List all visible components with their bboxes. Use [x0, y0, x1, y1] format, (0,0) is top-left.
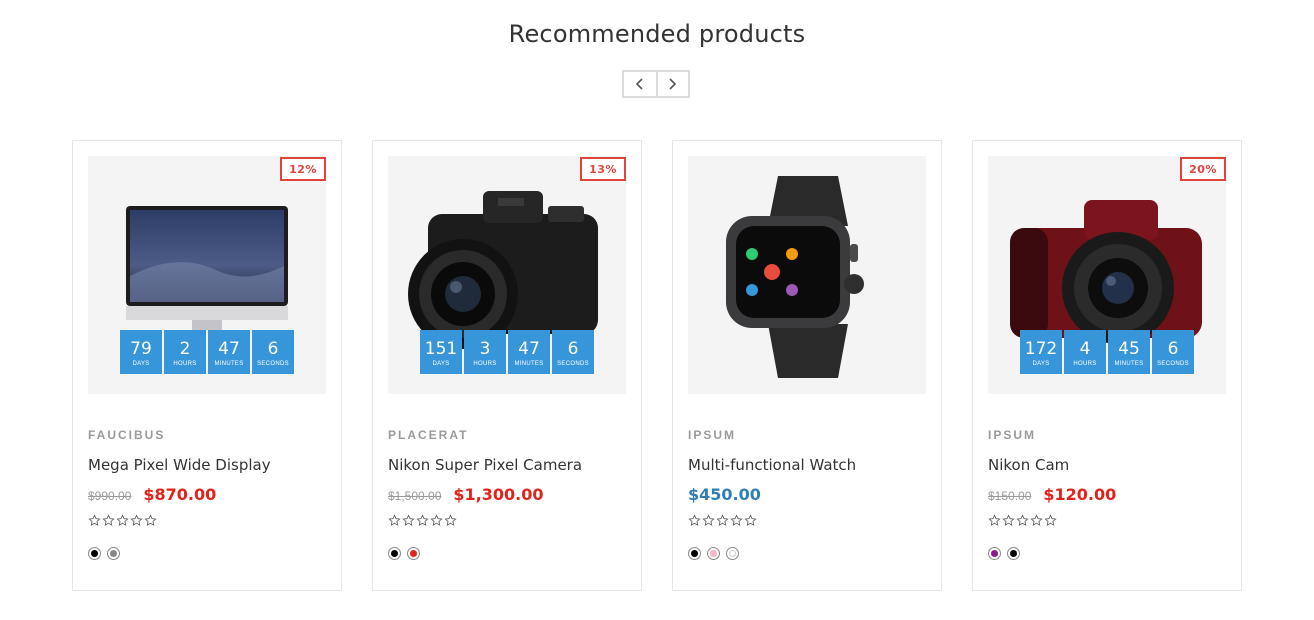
sale-price: $120.00	[1043, 485, 1117, 504]
color-swatch[interactable]	[726, 547, 739, 560]
star-icon	[88, 514, 101, 526]
product-brand[interactable]: IPSUM	[988, 428, 1036, 442]
product-name[interactable]: Nikon Cam	[988, 456, 1069, 474]
countdown-hours: 2 HOURS	[164, 330, 206, 374]
color-swatch[interactable]	[107, 547, 120, 560]
sale-price: $1,300.00	[453, 485, 544, 504]
rating-stars	[388, 514, 457, 527]
countdown-minutes: 45 MINUTES	[1108, 330, 1150, 374]
star-icon	[416, 514, 429, 526]
star-icon	[1016, 514, 1029, 526]
chevron-left-icon	[636, 78, 644, 90]
product-image[interactable]: 13% 151 DAYS 3 HOURS 47 MINUTES 6 SECONDS	[388, 156, 626, 394]
star-icon	[388, 514, 401, 526]
rating-stars	[988, 514, 1057, 527]
product-image[interactable]: 12% 79 DAYS 2 HOURS 47 MINUTES 6 SECONDS	[88, 156, 326, 394]
product-card[interactable]: 12% 79 DAYS 2 HOURS 47 MINUTES 6 SECONDS FAU…	[72, 140, 342, 591]
star-icon	[744, 514, 757, 526]
star-icon	[444, 514, 457, 526]
discount-badge: 12%	[280, 157, 326, 181]
color-swatch[interactable]	[707, 547, 720, 560]
countdown-timer: 172 DAYS 4 HOURS 45 MINUTES 6 SECONDS	[1020, 330, 1194, 374]
star-icon	[1030, 514, 1043, 526]
product-name[interactable]: Nikon Super Pixel Camera	[388, 456, 582, 474]
star-icon	[130, 514, 143, 526]
star-icon	[402, 514, 415, 526]
countdown-timer: 151 DAYS 3 HOURS 47 MINUTES 6 SECONDS	[420, 330, 594, 374]
product-brand[interactable]: PLACERAT	[388, 428, 468, 442]
star-icon	[1002, 514, 1015, 526]
color-swatch[interactable]	[388, 547, 401, 560]
discount-badge: 13%	[580, 157, 626, 181]
color-swatch[interactable]	[1007, 547, 1020, 560]
star-icon	[102, 514, 115, 526]
countdown-days: 79 DAYS	[120, 330, 162, 374]
price-row: $450.00	[688, 485, 761, 504]
color-swatch[interactable]	[88, 547, 101, 560]
product-brand[interactable]: IPSUM	[688, 428, 736, 442]
countdown-days: 151 DAYS	[420, 330, 462, 374]
carousel-prev-button[interactable]	[624, 72, 656, 96]
smartwatch-image	[726, 176, 864, 378]
old-price: $150.00	[988, 489, 1032, 503]
product-card[interactable]: 20% 172 DAYS 4 HOURS 45 MINUTES 6 SECONDS IP…	[972, 140, 1242, 591]
star-icon	[116, 514, 129, 526]
countdown-seconds: 6 SECONDS	[252, 330, 294, 374]
rating-stars	[688, 514, 757, 527]
section-title: Recommended products	[508, 20, 806, 48]
star-icon	[430, 514, 443, 526]
old-price: $990.00	[88, 489, 132, 503]
product-image[interactable]: 20% 172 DAYS 4 HOURS 45 MINUTES 6 SECONDS	[988, 156, 1226, 394]
star-icon	[716, 514, 729, 526]
product-card[interactable]: IPSUM Multi-functional Watch $450.00	[672, 140, 942, 591]
discount-badge: 20%	[1180, 157, 1226, 181]
color-swatch[interactable]	[407, 547, 420, 560]
countdown-timer: 79 DAYS 2 HOURS 47 MINUTES 6 SECONDS	[120, 330, 294, 374]
star-icon	[730, 514, 743, 526]
color-swatch[interactable]	[988, 547, 1001, 560]
product-card[interactable]: 13% 151 DAYS 3 HOURS 47 MINUTES 6 SECONDS PL…	[372, 140, 642, 591]
product-brand[interactable]: FAUCIBUS	[88, 428, 165, 442]
countdown-hours: 3 HOURS	[464, 330, 506, 374]
product-name[interactable]: Mega Pixel Wide Display	[88, 456, 271, 474]
countdown-minutes: 47 MINUTES	[208, 330, 250, 374]
color-swatches	[988, 547, 1020, 560]
chevron-right-icon	[669, 78, 677, 90]
star-icon	[144, 514, 157, 526]
countdown-seconds: 6 SECONDS	[1152, 330, 1194, 374]
product-name[interactable]: Multi-functional Watch	[688, 456, 856, 474]
old-price: $1,500.00	[388, 489, 442, 503]
color-swatch[interactable]	[688, 547, 701, 560]
carousel-next-button[interactable]	[655, 72, 688, 96]
star-icon	[702, 514, 715, 526]
star-icon	[688, 514, 701, 526]
rating-stars	[88, 514, 157, 527]
countdown-days: 172 DAYS	[1020, 330, 1062, 374]
countdown-minutes: 47 MINUTES	[508, 330, 550, 374]
countdown-seconds: 6 SECONDS	[552, 330, 594, 374]
star-icon	[988, 514, 1001, 526]
carousel-nav	[622, 70, 690, 98]
countdown-hours: 4 HOURS	[1064, 330, 1106, 374]
color-swatches	[688, 547, 739, 560]
price-row: $1,500.00 $1,300.00	[388, 485, 543, 504]
color-swatches	[88, 547, 120, 560]
product-grid: 12% 79 DAYS 2 HOURS 47 MINUTES 6 SECONDS FAU…	[72, 140, 1242, 591]
price-row: $150.00 $120.00	[988, 485, 1116, 504]
star-icon	[1044, 514, 1057, 526]
color-swatches	[388, 547, 420, 560]
product-image[interactable]	[688, 156, 926, 394]
price-row: $990.00 $870.00	[88, 485, 216, 504]
price: $450.00	[688, 485, 761, 504]
sale-price: $870.00	[143, 485, 217, 504]
